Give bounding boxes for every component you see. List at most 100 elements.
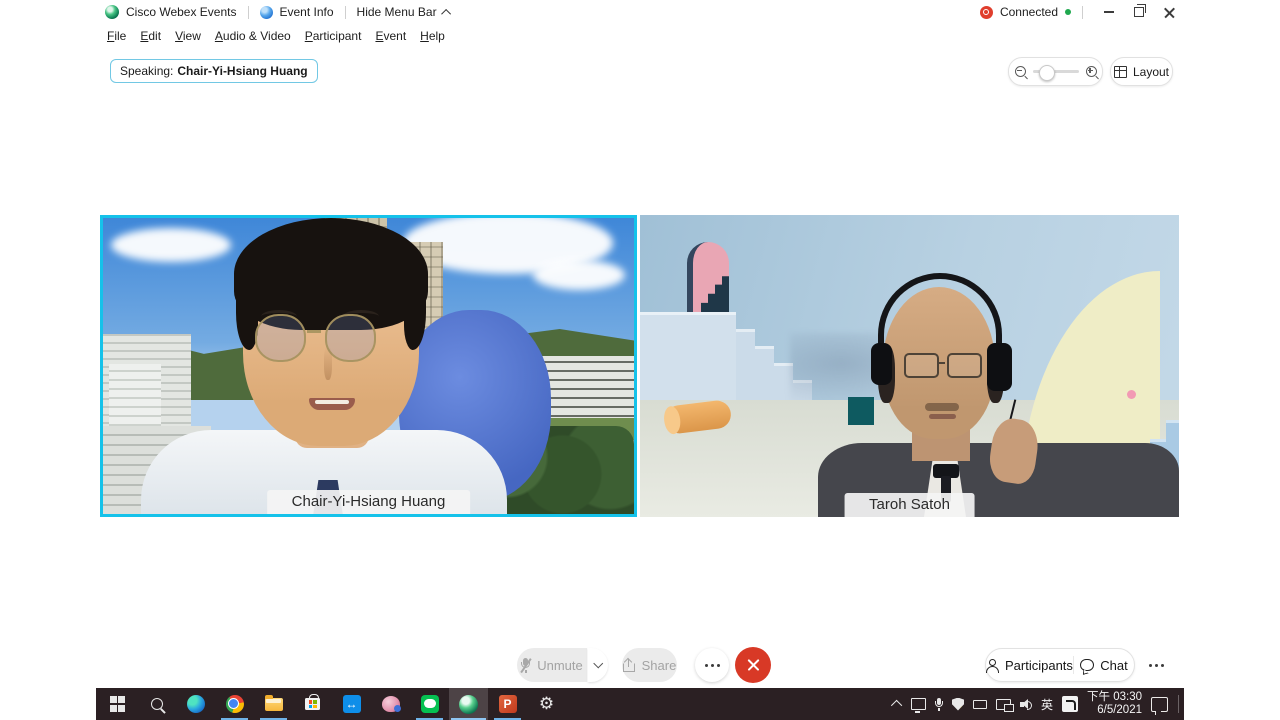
more-panels-button[interactable]	[1141, 648, 1171, 682]
teamviewer-icon: ↔	[343, 695, 361, 713]
speaking-label: Speaking:	[120, 64, 173, 78]
chrome-icon	[226, 695, 244, 713]
search-icon	[151, 698, 163, 710]
taskbar-store-button[interactable]	[293, 688, 332, 720]
restore-button[interactable]	[1124, 1, 1154, 23]
menu-participant[interactable]: Participant	[298, 26, 369, 46]
tray-clock[interactable]: 下午 03:30 6/5/2021	[1087, 691, 1142, 718]
tray-display-icon[interactable]	[996, 699, 1011, 710]
tray-language-indicator[interactable]: 英	[1041, 696, 1053, 713]
file-explorer-icon	[265, 698, 283, 711]
ellipsis-icon	[1149, 664, 1164, 667]
chat-icon	[1080, 659, 1094, 671]
taskbar-line-button[interactable]	[410, 688, 449, 720]
share-label: Share	[642, 658, 677, 673]
chevron-up-icon	[441, 8, 451, 18]
edge-icon	[187, 695, 205, 713]
tray-volume-icon[interactable]	[1020, 699, 1032, 710]
taskbar-powerpoint-button[interactable]: P	[488, 688, 527, 720]
taskbar-settings-button[interactable]: ⚙	[527, 688, 566, 720]
record-indicator-icon	[980, 6, 993, 19]
taskbar-brain-app-button[interactable]	[371, 688, 410, 720]
line-icon	[421, 695, 439, 713]
menu-edit[interactable]: Edit	[133, 26, 168, 46]
zoom-slider[interactable]	[1033, 70, 1079, 73]
system-tray: 英 下午 03:30 6/5/2021	[894, 688, 1168, 720]
chevron-down-icon	[593, 659, 602, 668]
menu-help[interactable]: Help	[413, 26, 452, 46]
arch-decoration	[687, 242, 729, 312]
speaking-name: Chair-Yi-Hsiang Huang	[177, 64, 307, 78]
video-tile-active-speaker[interactable]: Chair-Yi-Hsiang Huang	[100, 215, 637, 517]
zoom-out-icon[interactable]	[1015, 66, 1026, 77]
close-icon	[1164, 7, 1175, 18]
divider	[345, 6, 346, 19]
tray-microphone-icon[interactable]	[935, 698, 943, 711]
event-info-button[interactable]: Event Info	[280, 5, 334, 19]
tray-pen-icon[interactable]	[973, 700, 987, 709]
webex-icon	[459, 695, 478, 714]
connection-status: Connected	[1000, 5, 1058, 19]
layout-button[interactable]: Layout	[1110, 57, 1173, 86]
menu-audio-video[interactable]: Audio & Video	[208, 26, 298, 46]
tray-defender-icon[interactable]	[952, 698, 964, 711]
restore-icon	[1134, 7, 1144, 17]
zoom-control	[1008, 57, 1103, 86]
taskbar-edge-button[interactable]	[176, 688, 215, 720]
taskbar-webex-button[interactable]	[449, 688, 488, 720]
unmute-button[interactable]: Unmute	[517, 648, 587, 682]
title-bar: Cisco Webex Events Event Info Hide Menu …	[96, 0, 1184, 24]
warning-badge	[960, 706, 967, 713]
speaking-indicator: Speaking: Chair-Yi-Hsiang Huang	[110, 59, 318, 83]
hide-menu-bar-button[interactable]: Hide Menu Bar	[357, 5, 437, 19]
participants-icon	[986, 659, 999, 672]
participants-button[interactable]: Participants	[986, 649, 1073, 681]
tray-monitor-icon[interactable]	[911, 698, 926, 710]
divider	[1082, 6, 1083, 19]
pink-ball-decoration	[1127, 390, 1136, 399]
leave-meeting-button[interactable]	[735, 647, 771, 683]
glasses	[255, 314, 306, 362]
powerpoint-icon: P	[499, 695, 517, 713]
webex-window: Cisco Webex Events Event Info Hide Menu …	[96, 0, 1184, 720]
taskbar-search-button[interactable]	[137, 688, 176, 720]
webex-logo-icon	[105, 5, 119, 19]
share-icon	[623, 659, 635, 672]
share-button[interactable]: Share	[622, 648, 677, 682]
brain-app-icon	[382, 696, 400, 712]
zoom-slider-knob[interactable]	[1039, 65, 1055, 81]
tray-expand-icon[interactable]	[891, 700, 902, 711]
action-center-icon[interactable]	[1151, 697, 1168, 712]
tray-date: 6/5/2021	[1087, 704, 1142, 718]
unmute-options-button[interactable]	[588, 648, 608, 682]
panel-buttons-group: Participants Chat	[985, 648, 1135, 682]
windows-taskbar: ↔ P ⚙ 英 下午 03:30 6/5/2021	[96, 688, 1184, 720]
chat-button[interactable]: Chat	[1074, 649, 1134, 681]
taskbar-teamviewer-button[interactable]: ↔	[332, 688, 371, 720]
menu-view[interactable]: View	[168, 26, 208, 46]
menu-file[interactable]: File	[100, 26, 133, 46]
grid-layout-icon	[1114, 66, 1127, 78]
participants-label: Participants	[1005, 658, 1073, 673]
unmute-label: Unmute	[537, 658, 583, 673]
participant-name-label: Chair-Yi-Hsiang Huang	[267, 490, 471, 514]
more-options-button[interactable]	[695, 648, 729, 682]
menu-event[interactable]: Event	[368, 26, 413, 46]
chat-label: Chat	[1100, 658, 1127, 673]
taskbar-explorer-button[interactable]	[254, 688, 293, 720]
connected-dot	[1065, 9, 1071, 15]
menu-bar: File Edit View Audio & Video Participant…	[100, 26, 452, 46]
ellipsis-icon	[705, 664, 720, 667]
tray-ime-icon[interactable]	[1062, 696, 1078, 712]
video-tile[interactable]: Taroh Satoh	[640, 215, 1179, 517]
windows-start-icon	[110, 696, 126, 712]
zoom-in-icon[interactable]	[1086, 66, 1097, 77]
close-x-icon	[747, 659, 760, 672]
show-desktop-button[interactable]	[1178, 695, 1179, 713]
layout-label: Layout	[1133, 65, 1169, 79]
taskbar-chrome-button[interactable]	[215, 688, 254, 720]
app-title: Cisco Webex Events	[126, 5, 237, 19]
minimize-button[interactable]	[1094, 1, 1124, 23]
close-button[interactable]	[1154, 1, 1184, 23]
start-button[interactable]	[98, 688, 137, 720]
